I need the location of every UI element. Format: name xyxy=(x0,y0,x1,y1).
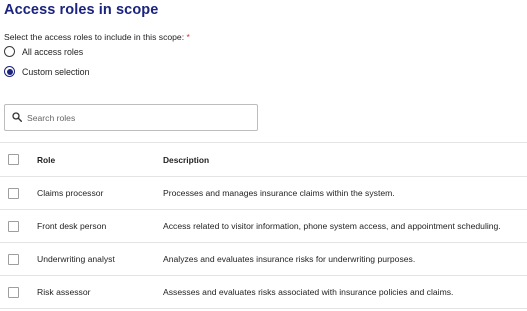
selection-prompt: Select the access roles to include in th… xyxy=(4,32,190,42)
table-row[interactable]: Risk assessor Assesses and evaluates ris… xyxy=(0,276,527,309)
radio-button-selected[interactable] xyxy=(4,66,15,77)
role-name: Front desk person xyxy=(37,221,107,231)
row-checkbox[interactable] xyxy=(8,187,19,199)
search-box[interactable] xyxy=(4,104,258,131)
select-all-checkbox[interactable] xyxy=(8,154,19,165)
role-name: Underwriting analyst xyxy=(37,254,115,264)
radio-button[interactable] xyxy=(4,46,15,57)
section-title: Access roles in scope xyxy=(4,2,159,18)
role-description: Processes and manages insurance claims w… xyxy=(163,188,395,198)
role-description: Access related to visitor information, p… xyxy=(163,221,501,231)
prompt-text: Select the access roles to include in th… xyxy=(4,32,185,42)
header-description: Description xyxy=(163,154,210,165)
row-checkbox[interactable] xyxy=(8,286,19,298)
role-description: Assesses and evaluates risks associated … xyxy=(163,287,454,297)
row-checkbox[interactable] xyxy=(8,253,19,265)
search-icon xyxy=(12,109,23,127)
role-name: Claims processor xyxy=(37,188,104,198)
role-name: Risk assessor xyxy=(37,287,91,297)
radio-custom-selection[interactable]: Custom selection xyxy=(4,66,89,77)
header-role: Role xyxy=(37,154,56,165)
row-checkbox[interactable] xyxy=(8,220,19,232)
search-input[interactable] xyxy=(27,112,237,123)
table-row[interactable]: Claims processor Processes and manages i… xyxy=(0,177,527,210)
table-row[interactable]: Underwriting analyst Analyzes and evalua… xyxy=(0,243,527,276)
radio-label: All access roles xyxy=(22,46,84,57)
table-header-row: Role Description xyxy=(0,142,527,177)
required-marker: * xyxy=(186,32,190,42)
radio-dot xyxy=(6,68,13,75)
roles-table: Role Description Claims processor Proces… xyxy=(0,142,527,309)
role-description: Analyzes and evaluates insurance risks f… xyxy=(163,254,416,264)
table-row[interactable]: Front desk person Access related to visi… xyxy=(0,210,527,243)
radio-all-access-roles[interactable]: All access roles xyxy=(4,46,83,57)
radio-label: Custom selection xyxy=(22,66,90,77)
